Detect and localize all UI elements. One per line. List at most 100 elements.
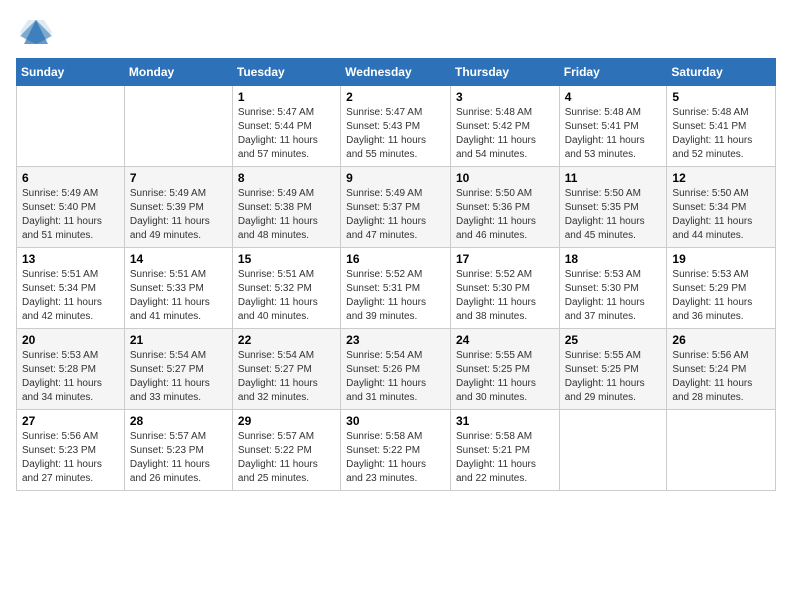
day-info: Sunrise: 5:48 AM Sunset: 5:41 PM Dayligh… xyxy=(672,106,770,162)
day-info: Sunrise: 5:51 AM Sunset: 5:34 PM Dayligh… xyxy=(22,268,119,324)
calendar-cell: 19Sunrise: 5:53 AM Sunset: 5:29 PM Dayli… xyxy=(667,248,776,329)
day-info: Sunrise: 5:54 AM Sunset: 5:26 PM Dayligh… xyxy=(346,349,445,405)
day-header-thursday: Thursday xyxy=(450,59,559,86)
day-number: 5 xyxy=(672,90,770,104)
day-info: Sunrise: 5:51 AM Sunset: 5:33 PM Dayligh… xyxy=(130,268,227,324)
day-info: Sunrise: 5:55 AM Sunset: 5:25 PM Dayligh… xyxy=(565,349,662,405)
day-number: 12 xyxy=(672,171,770,185)
calendar-cell: 5 Sunrise: 5:48 AM Sunset: 5:41 PM Daylig… xyxy=(667,86,776,167)
day-number: 27 xyxy=(22,414,119,428)
calendar-cell: 4Sunrise: 5:48 AM Sunset: 5:41 PM Daylig… xyxy=(559,86,667,167)
day-info: Sunrise: 5:53 AM Sunset: 5:29 PM Dayligh… xyxy=(672,268,770,324)
calendar-cell: 22 Sunrise: 5:54 AM Sunset: 5:27 PM Dayli… xyxy=(232,329,340,410)
calendar-cell: 29 Sunrise: 5:57 AM Sunset: 5:22 PM Dayli… xyxy=(232,410,340,491)
calendar-cell: 24 Sunrise: 5:55 AM Sunset: 5:25 PM Dayli… xyxy=(450,329,559,410)
calendar-cell: 12 Sunrise: 5:50 AM Sunset: 5:34 PM Dayli… xyxy=(667,167,776,248)
day-number: 22 xyxy=(238,333,335,347)
calendar-cell xyxy=(17,86,125,167)
day-number: 9 xyxy=(346,171,445,185)
day-number: 2 xyxy=(346,90,445,104)
calendar-cell: 10Sunrise: 5:50 AM Sunset: 5:36 PM Dayli… xyxy=(450,167,559,248)
calendar-cell: 9Sunrise: 5:49 AM Sunset: 5:37 PM Daylig… xyxy=(341,167,451,248)
calendar-cell: 16Sunrise: 5:52 AM Sunset: 5:31 PM Dayli… xyxy=(341,248,451,329)
calendar-cell xyxy=(559,410,667,491)
day-info: Sunrise: 5:53 AM Sunset: 5:30 PM Dayligh… xyxy=(565,268,662,324)
day-info: Sunrise: 5:50 AM Sunset: 5:34 PM Dayligh… xyxy=(672,187,770,243)
week-row-3: 13 Sunrise: 5:51 AM Sunset: 5:34 PM Dayli… xyxy=(17,248,776,329)
calendar-cell: 14Sunrise: 5:51 AM Sunset: 5:33 PM Dayli… xyxy=(124,248,232,329)
calendar-cell: 15 Sunrise: 5:51 AM Sunset: 5:32 PM Dayli… xyxy=(232,248,340,329)
day-number: 6 xyxy=(22,171,119,185)
day-info: Sunrise: 5:58 AM Sunset: 5:22 PM Dayligh… xyxy=(346,430,445,486)
week-row-1: 1 Sunrise: 5:47 AM Sunset: 5:44 PM Daylig… xyxy=(17,86,776,167)
day-header-monday: Monday xyxy=(124,59,232,86)
day-header-tuesday: Tuesday xyxy=(232,59,340,86)
day-number: 7 xyxy=(130,171,227,185)
day-number: 23 xyxy=(346,333,445,347)
page-header xyxy=(16,16,776,48)
calendar-cell: 1 Sunrise: 5:47 AM Sunset: 5:44 PM Daylig… xyxy=(232,86,340,167)
day-header-friday: Friday xyxy=(559,59,667,86)
calendar-cell: 25 Sunrise: 5:55 AM Sunset: 5:25 PM Dayli… xyxy=(559,329,667,410)
day-info: Sunrise: 5:49 AM Sunset: 5:39 PM Dayligh… xyxy=(130,187,227,243)
calendar-cell: 27 Sunrise: 5:56 AM Sunset: 5:23 PM Dayli… xyxy=(17,410,125,491)
day-header-wednesday: Wednesday xyxy=(341,59,451,86)
day-header-saturday: Saturday xyxy=(667,59,776,86)
day-info: Sunrise: 5:47 AM Sunset: 5:44 PM Dayligh… xyxy=(238,106,335,162)
calendar-cell: 31 Sunrise: 5:58 AM Sunset: 5:21 PM Dayli… xyxy=(450,410,559,491)
day-number: 21 xyxy=(130,333,227,347)
day-number: 31 xyxy=(456,414,554,428)
logo-icon xyxy=(20,16,52,48)
calendar-cell: 23 Sunrise: 5:54 AM Sunset: 5:26 PM Dayli… xyxy=(341,329,451,410)
day-info: Sunrise: 5:49 AM Sunset: 5:38 PM Dayligh… xyxy=(238,187,335,243)
day-info: Sunrise: 5:58 AM Sunset: 5:21 PM Dayligh… xyxy=(456,430,554,486)
week-row-5: 27 Sunrise: 5:56 AM Sunset: 5:23 PM Dayli… xyxy=(17,410,776,491)
day-info: Sunrise: 5:53 AM Sunset: 5:28 PM Dayligh… xyxy=(22,349,119,405)
week-row-2: 6Sunrise: 5:49 AM Sunset: 5:40 PM Daylig… xyxy=(17,167,776,248)
day-number: 8 xyxy=(238,171,335,185)
day-info: Sunrise: 5:50 AM Sunset: 5:35 PM Dayligh… xyxy=(565,187,662,243)
calendar-cell: 8 Sunrise: 5:49 AM Sunset: 5:38 PM Daylig… xyxy=(232,167,340,248)
day-number: 13 xyxy=(22,252,119,266)
day-number: 20 xyxy=(22,333,119,347)
day-number: 28 xyxy=(130,414,227,428)
calendar-cell: 20 Sunrise: 5:53 AM Sunset: 5:28 PM Dayli… xyxy=(17,329,125,410)
day-number: 10 xyxy=(456,171,554,185)
day-number: 24 xyxy=(456,333,554,347)
calendar-cell: 11 Sunrise: 5:50 AM Sunset: 5:35 PM Dayli… xyxy=(559,167,667,248)
calendar-cell: 6Sunrise: 5:49 AM Sunset: 5:40 PM Daylig… xyxy=(17,167,125,248)
calendar-cell: 18 Sunrise: 5:53 AM Sunset: 5:30 PM Dayli… xyxy=(559,248,667,329)
week-row-4: 20 Sunrise: 5:53 AM Sunset: 5:28 PM Dayli… xyxy=(17,329,776,410)
day-info: Sunrise: 5:57 AM Sunset: 5:22 PM Dayligh… xyxy=(238,430,335,486)
day-number: 1 xyxy=(238,90,335,104)
day-number: 18 xyxy=(565,252,662,266)
calendar-cell xyxy=(667,410,776,491)
day-info: Sunrise: 5:56 AM Sunset: 5:24 PM Dayligh… xyxy=(672,349,770,405)
logo xyxy=(16,16,52,48)
day-number: 17 xyxy=(456,252,554,266)
day-info: Sunrise: 5:51 AM Sunset: 5:32 PM Dayligh… xyxy=(238,268,335,324)
calendar-header-row: SundayMondayTuesdayWednesdayThursdayFrid… xyxy=(17,59,776,86)
calendar-cell: 7 Sunrise: 5:49 AM Sunset: 5:39 PM Daylig… xyxy=(124,167,232,248)
day-number: 3 xyxy=(456,90,554,104)
calendar-cell: 17Sunrise: 5:52 AM Sunset: 5:30 PM Dayli… xyxy=(450,248,559,329)
calendar-cell: 30Sunrise: 5:58 AM Sunset: 5:22 PM Dayli… xyxy=(341,410,451,491)
day-header-sunday: Sunday xyxy=(17,59,125,86)
day-number: 4 xyxy=(565,90,662,104)
calendar-cell: 2 Sunrise: 5:47 AM Sunset: 5:43 PM Daylig… xyxy=(341,86,451,167)
day-number: 25 xyxy=(565,333,662,347)
day-info: Sunrise: 5:55 AM Sunset: 5:25 PM Dayligh… xyxy=(456,349,554,405)
day-info: Sunrise: 5:54 AM Sunset: 5:27 PM Dayligh… xyxy=(238,349,335,405)
day-number: 29 xyxy=(238,414,335,428)
day-number: 15 xyxy=(238,252,335,266)
day-number: 26 xyxy=(672,333,770,347)
calendar-table: SundayMondayTuesdayWednesdayThursdayFrid… xyxy=(16,58,776,491)
day-info: Sunrise: 5:54 AM Sunset: 5:27 PM Dayligh… xyxy=(130,349,227,405)
day-number: 11 xyxy=(565,171,662,185)
day-info: Sunrise: 5:47 AM Sunset: 5:43 PM Dayligh… xyxy=(346,106,445,162)
calendar-cell: 13 Sunrise: 5:51 AM Sunset: 5:34 PM Dayli… xyxy=(17,248,125,329)
day-info: Sunrise: 5:56 AM Sunset: 5:23 PM Dayligh… xyxy=(22,430,119,486)
calendar-cell: 26 Sunrise: 5:56 AM Sunset: 5:24 PM Dayli… xyxy=(667,329,776,410)
calendar-cell: 21 Sunrise: 5:54 AM Sunset: 5:27 PM Dayli… xyxy=(124,329,232,410)
day-info: Sunrise: 5:52 AM Sunset: 5:31 PM Dayligh… xyxy=(346,268,445,324)
